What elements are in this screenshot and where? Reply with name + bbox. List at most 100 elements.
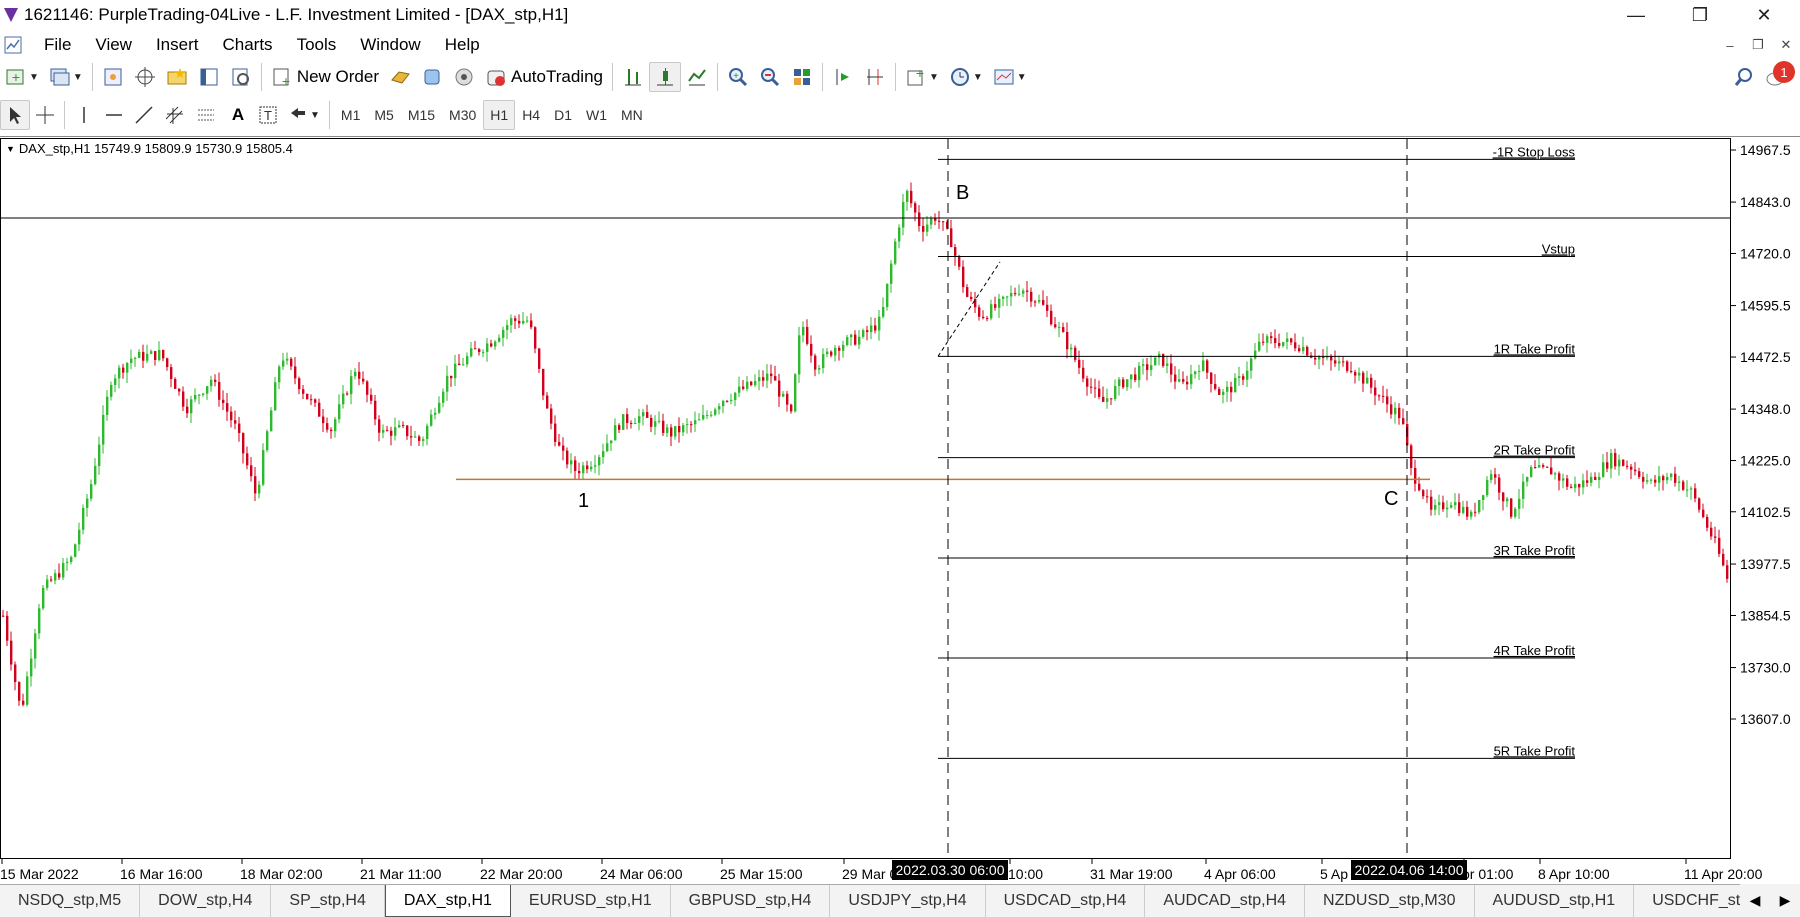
- fibonacci-button[interactable]: [191, 100, 223, 130]
- tab-eurusd[interactable]: EURUSD_stp,H1: [511, 885, 671, 917]
- chart-window[interactable]: 2022.03.30 06:00 2022.04.06 14:00 -1R Stop…: [0, 136, 1800, 886]
- candle-bear: [1662, 476, 1665, 481]
- tab-sp[interactable]: SP_stp,H4: [271, 885, 385, 917]
- candle-bull: [486, 343, 489, 352]
- candle-bull: [354, 371, 357, 377]
- chart-document-icon[interactable]: [2, 34, 24, 56]
- candle-bull: [30, 658, 33, 677]
- tab-scroll-left-icon[interactable]: ◀: [1750, 892, 1761, 909]
- autotrading-button[interactable]: AutoTrading: [480, 62, 608, 92]
- tab-nsdq[interactable]: NSDQ_stp,M5: [0, 885, 141, 917]
- tab-audcad[interactable]: AUDCAD_stp,H4: [1145, 885, 1306, 917]
- candlestick-button[interactable]: [648, 62, 681, 92]
- menu-file[interactable]: File: [32, 35, 83, 55]
- notifications-button[interactable]: 1: [1760, 61, 1795, 92]
- candle-bear: [934, 218, 937, 221]
- auto-scroll-button[interactable]: [827, 62, 859, 92]
- time-label: 11 Apr 20:00: [1684, 866, 1763, 882]
- menu-charts[interactable]: Charts: [210, 35, 284, 55]
- mdi-restore-icon[interactable]: ❐: [1746, 34, 1770, 56]
- candle-bull: [1490, 474, 1493, 480]
- tab-usdjpy[interactable]: USDJPY_stp,H4: [830, 885, 986, 917]
- menu-help[interactable]: Help: [433, 35, 492, 55]
- candle-bull: [1618, 459, 1621, 467]
- tab-gbpusd[interactable]: GBPUSD_stp,H4: [671, 885, 831, 917]
- tf-m1[interactable]: M1: [334, 100, 367, 130]
- menu-view[interactable]: View: [83, 35, 144, 55]
- vline-label: 2022.04.06 14:00: [1355, 862, 1464, 878]
- fibonacci-icon: [198, 109, 214, 121]
- chart-shift-button[interactable]: [859, 62, 891, 92]
- zoom-in-button[interactable]: +: [722, 62, 754, 92]
- market-watch-button[interactable]: [97, 62, 129, 92]
- profiles-button[interactable]: ▼: [44, 62, 88, 92]
- tab-dax[interactable]: DAX_stp,H1: [384, 885, 511, 917]
- mdi-close-icon[interactable]: ✕: [1774, 34, 1798, 56]
- tf-m30[interactable]: M30: [442, 100, 483, 130]
- vline-label: 2022.03.30 06:00: [896, 862, 1005, 878]
- line-chart-button[interactable]: [681, 62, 713, 92]
- tab-audusd[interactable]: AUDUSD_stp,H1: [1475, 885, 1635, 917]
- search-button[interactable]: [1728, 62, 1760, 92]
- close-icon[interactable]: ✕: [1736, 0, 1792, 30]
- collapse-icon[interactable]: ▼: [6, 144, 15, 154]
- candle-bull: [1538, 465, 1541, 468]
- vertical-line-button[interactable]: [69, 100, 99, 130]
- zoom-out-button[interactable]: [754, 62, 786, 92]
- menu-window[interactable]: Window: [348, 35, 432, 55]
- horizontal-line-button[interactable]: [99, 100, 129, 130]
- tile-windows-button[interactable]: [786, 62, 818, 92]
- terminal-button[interactable]: [193, 62, 225, 92]
- tf-m15[interactable]: M15: [401, 100, 442, 130]
- candle-bear: [1362, 372, 1365, 384]
- arrows-button[interactable]: ▼: [283, 100, 325, 130]
- indicators-button[interactable]: + ▼: [900, 62, 944, 92]
- templates-button[interactable]: ▼: [988, 62, 1032, 92]
- favorites-button[interactable]: [161, 62, 193, 92]
- minimize-icon[interactable]: —: [1608, 0, 1664, 30]
- menu-tools[interactable]: Tools: [285, 35, 349, 55]
- tf-m5[interactable]: M5: [367, 100, 400, 130]
- candle-bull: [114, 378, 117, 385]
- tab-nzdusd[interactable]: NZDUSD_stp,M30: [1305, 885, 1475, 917]
- price-chart[interactable]: 2022.03.30 06:00 2022.04.06 14:00 -1R Stop…: [0, 137, 1800, 885]
- mdi-minimize-icon[interactable]: –: [1718, 34, 1742, 56]
- candle-bear: [918, 212, 921, 227]
- tab-scroll-right-icon[interactable]: ▶: [1780, 892, 1791, 909]
- tf-d1[interactable]: D1: [547, 100, 579, 130]
- vps-button[interactable]: [448, 62, 480, 92]
- tf-mn[interactable]: MN: [614, 100, 650, 130]
- tf-w1[interactable]: W1: [579, 100, 614, 130]
- candle-bull: [1202, 360, 1205, 371]
- new-chart-button[interactable]: + ▼: [0, 62, 44, 92]
- market-button[interactable]: [416, 62, 448, 92]
- text-label-button[interactable]: T: [253, 100, 283, 130]
- candle-bear: [178, 388, 181, 392]
- equidistant-channel-button[interactable]: [159, 100, 191, 130]
- signals-button[interactable]: [384, 62, 416, 92]
- candle-bear: [1606, 462, 1609, 469]
- trendline-button[interactable]: [129, 100, 159, 130]
- candle-bull: [1266, 336, 1269, 343]
- candle-bull: [614, 425, 617, 441]
- candle-bull: [1450, 505, 1453, 508]
- tab-usdcad[interactable]: USDCAD_stp,H4: [986, 885, 1146, 917]
- strategy-tester-button[interactable]: [225, 62, 257, 92]
- text-button[interactable]: A: [223, 100, 253, 130]
- candle-bear: [450, 375, 453, 379]
- tf-h1[interactable]: H1: [483, 100, 516, 130]
- tab-dow[interactable]: DOW_stp,H4: [140, 885, 272, 917]
- price-label: 13730.0: [1740, 660, 1791, 676]
- cursor-button[interactable]: [0, 100, 30, 130]
- candle-bear: [1614, 453, 1617, 467]
- navigator-button[interactable]: [129, 62, 161, 92]
- restore-icon[interactable]: ❐: [1672, 0, 1728, 30]
- candle-bull: [746, 381, 749, 389]
- periods-button[interactable]: ▼: [944, 62, 988, 92]
- tf-h4[interactable]: H4: [515, 100, 547, 130]
- bar-chart-button[interactable]: [617, 62, 649, 92]
- menu-insert[interactable]: Insert: [144, 35, 211, 55]
- new-order-button[interactable]: + New Order: [266, 62, 384, 92]
- crosshair-button[interactable]: [30, 100, 60, 130]
- candle-bull: [414, 436, 417, 438]
